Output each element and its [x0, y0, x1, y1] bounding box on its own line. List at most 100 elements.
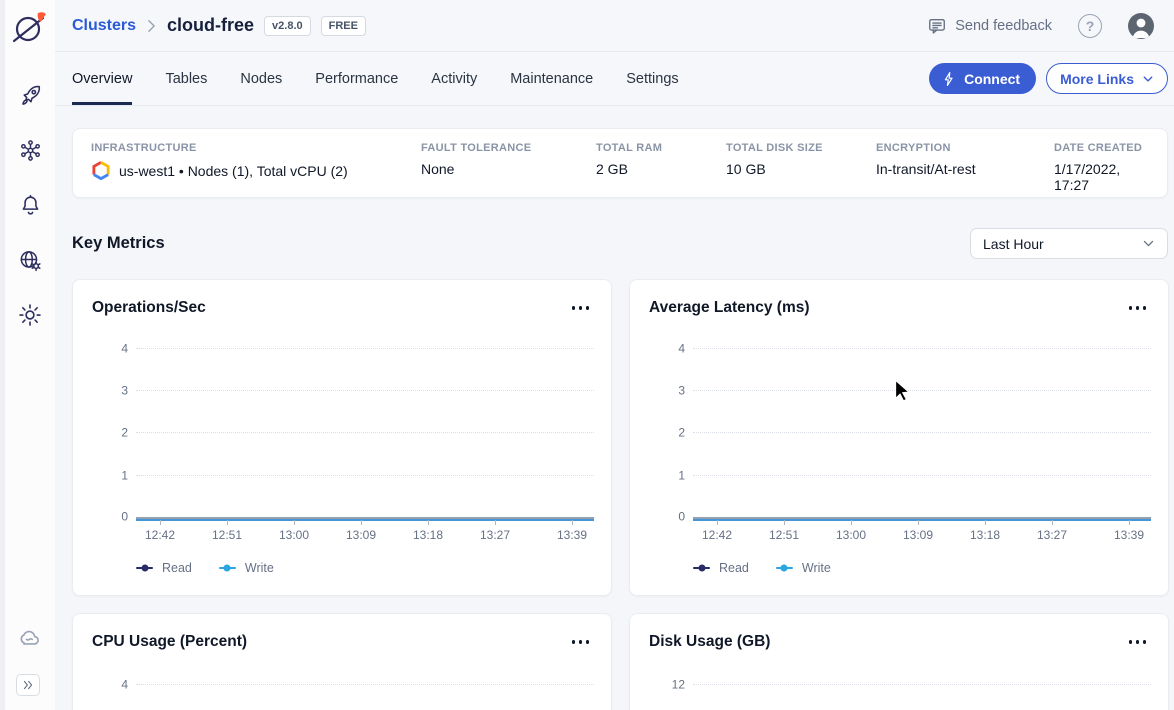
chart-menu-ellipsis-icon[interactable] [570, 301, 592, 315]
tab-settings[interactable]: Settings [626, 52, 678, 105]
chart-menu-ellipsis-icon[interactable] [1127, 635, 1149, 649]
breadcrumb-clusters-link[interactable]: Clusters [72, 17, 136, 35]
chevron-down-icon [1142, 73, 1154, 85]
x-tick-label: 13:18 [413, 528, 443, 542]
user-avatar[interactable] [1128, 13, 1154, 39]
field-label: INFRASTRUCTURE [91, 142, 421, 154]
connect-label: Connect [964, 71, 1020, 87]
chart-legend: Read Write [136, 561, 274, 575]
chart-card-disk-usage: Disk Usage (GB) 12 [629, 613, 1169, 710]
feedback-message-icon [927, 16, 947, 36]
chart-plot: 4 3 2 1 0 12:42 12:51 13:00 [693, 348, 1151, 517]
settings-gear-icon[interactable] [16, 301, 44, 329]
infra-field-total-ram: TOTAL RAM 2 GB [596, 142, 726, 193]
x-tick-label: 13:27 [1037, 528, 1067, 542]
tab-performance[interactable]: Performance [315, 52, 398, 105]
help-button[interactable]: ? [1078, 14, 1102, 38]
field-value: In-transit/At-rest [876, 161, 976, 177]
send-feedback-button[interactable]: Send feedback [927, 16, 1052, 36]
sidebar-expand-button[interactable] [16, 674, 40, 696]
legend-label: Read [162, 561, 192, 575]
cluster-tabs: Overview Tables Nodes Performance Activi… [55, 52, 1174, 106]
regions-globe-gear-icon[interactable] [16, 246, 44, 274]
legend-item-write[interactable]: Write [219, 561, 274, 575]
infra-field-encryption: ENCRYPTION In-transit/At-rest [876, 142, 1054, 193]
tab-maintenance[interactable]: Maintenance [510, 52, 593, 105]
y-tick-label: 1 [645, 469, 685, 483]
chevron-down-icon [1142, 237, 1155, 250]
read-series-marker [136, 567, 153, 570]
chart-plot: 4 3 2 1 0 12:42 12:51 13:00 [136, 348, 594, 517]
x-tick-label: 13:09 [903, 528, 933, 542]
chart-plot: 4 [136, 684, 594, 710]
field-value: 2 GB [596, 161, 628, 177]
write-series-marker [776, 567, 793, 570]
read-series-marker [693, 567, 710, 570]
x-tick-label: 13:18 [970, 528, 1000, 542]
clusters-rocket-icon[interactable] [16, 81, 44, 109]
alerts-bell-icon[interactable] [16, 191, 44, 219]
x-tick-label: 13:00 [279, 528, 309, 542]
tab-overview[interactable]: Overview [72, 52, 132, 105]
legend-item-read[interactable]: Read [693, 561, 749, 575]
infra-field-infrastructure: INFRASTRUCTURE us-west1 • Nodes (1), Tot… [91, 142, 421, 193]
chart-menu-ellipsis-icon[interactable] [1127, 301, 1149, 315]
write-series-marker [219, 567, 236, 570]
tab-nodes[interactable]: Nodes [240, 52, 282, 105]
version-badge: v2.8.0 [264, 16, 311, 36]
y-tick-label: 4 [88, 342, 128, 356]
tab-tables[interactable]: Tables [165, 52, 207, 105]
x-tick-label: 13:27 [480, 528, 510, 542]
legend-item-read[interactable]: Read [136, 561, 192, 575]
app-logo-planet-icon[interactable] [10, 8, 50, 48]
topbar: Clusters cloud-free v2.8.0 FREE Send fee [55, 0, 1174, 52]
cluster-network-icon[interactable] [16, 136, 44, 164]
cloud-status-icon [16, 624, 44, 652]
y-tick-label: 4 [88, 678, 128, 692]
legend-item-write[interactable]: Write [776, 561, 831, 575]
infra-field-fault-tolerance: FAULT TOLERANCE None [421, 142, 596, 193]
tabs-actions: Connect More Links [929, 52, 1168, 105]
y-tick-label: 0 [645, 510, 685, 524]
plan-badge: FREE [321, 16, 366, 36]
time-range-select[interactable]: Last Hour [970, 228, 1168, 259]
sidebar [0, 0, 55, 710]
key-metrics-title: Key Metrics [72, 234, 165, 253]
tab-activity[interactable]: Activity [431, 52, 477, 105]
x-tick-label: 12:51 [769, 528, 799, 542]
chart-legend: Read Write [693, 561, 831, 575]
sidebar-nav [16, 81, 44, 329]
y-tick-label: 3 [645, 384, 685, 398]
x-tick-label: 12:42 [145, 528, 175, 542]
chevron-right-icon [146, 19, 157, 33]
connect-button[interactable]: Connect [929, 63, 1036, 94]
main-column: Clusters cloud-free v2.8.0 FREE Send fee [55, 0, 1174, 710]
chart-title: Disk Usage (GB) [649, 633, 770, 651]
chart-title: Operations/Sec [92, 299, 206, 317]
y-tick-label: 1 [88, 469, 128, 483]
app-root: Clusters cloud-free v2.8.0 FREE Send fee [0, 0, 1174, 710]
x-tick-label: 12:51 [212, 528, 242, 542]
time-range-value: Last Hour [983, 236, 1044, 252]
question-mark-icon: ? [1086, 18, 1095, 34]
y-tick-label: 2 [88, 426, 128, 440]
field-label: TOTAL DISK SIZE [726, 142, 876, 154]
gcp-icon [91, 161, 111, 180]
field-label: ENCRYPTION [876, 142, 1054, 154]
chart-title: CPU Usage (Percent) [92, 633, 247, 651]
more-links-button[interactable]: More Links [1046, 63, 1168, 94]
x-tick-label: 13:39 [1114, 528, 1144, 542]
x-tick-label: 13:09 [346, 528, 376, 542]
chart-menu-ellipsis-icon[interactable] [570, 635, 592, 649]
field-value: 1/17/2022, 17:27 [1054, 161, 1149, 193]
field-label: FAULT TOLERANCE [421, 142, 596, 154]
chart-title: Average Latency (ms) [649, 299, 810, 317]
chart-card-average-latency: Average Latency (ms) 4 3 2 1 0 [629, 279, 1169, 596]
legend-label: Read [719, 561, 749, 575]
legend-label: Write [802, 561, 831, 575]
content-area: INFRASTRUCTURE us-west1 • Nodes (1), Tot… [55, 106, 1174, 710]
infra-field-total-disk-size: TOTAL DISK SIZE 10 GB [726, 142, 876, 193]
infrastructure-summary-card: INFRASTRUCTURE us-west1 • Nodes (1), Tot… [72, 128, 1168, 198]
chart-card-operations-per-sec: Operations/Sec 4 3 2 1 0 [72, 279, 612, 596]
cluster-name: cloud-free [167, 15, 254, 36]
